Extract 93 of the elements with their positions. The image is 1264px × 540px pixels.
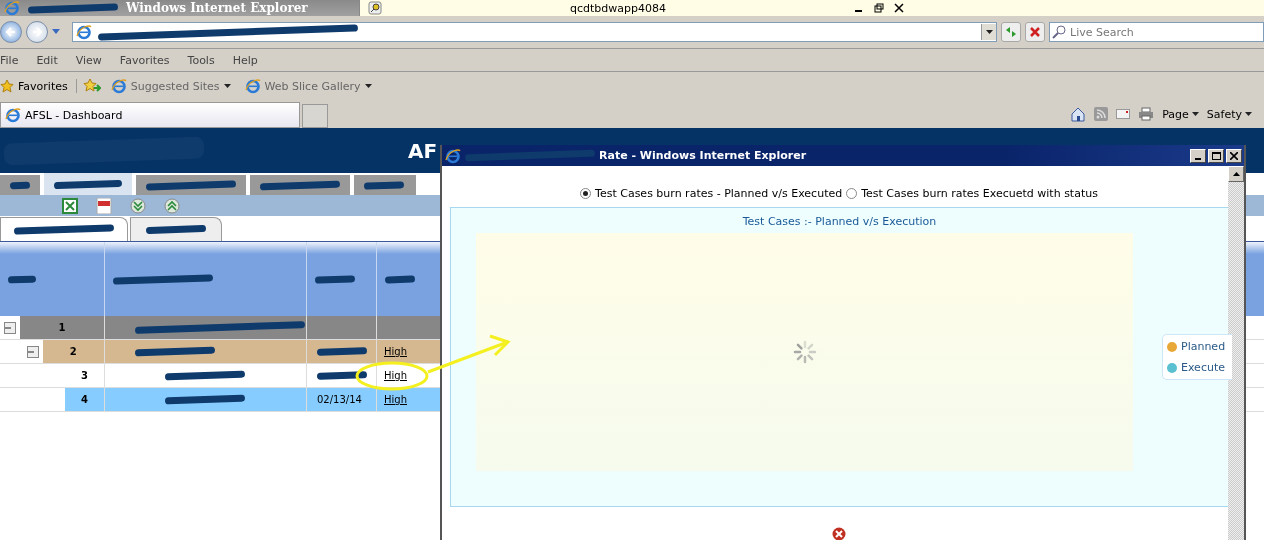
date-text: 02/13/14 (317, 394, 362, 405)
scribble-mark (145, 224, 207, 235)
excel-icon[interactable] (62, 197, 78, 214)
scribble-mark (384, 275, 416, 283)
back-arrow-icon (5, 26, 17, 38)
search-icon (1052, 25, 1066, 39)
confidence-link[interactable]: High (377, 370, 407, 381)
menu-item[interactable]: Favorites (119, 53, 170, 67)
ie-logo-icon (445, 147, 461, 164)
dropdown-arrow-icon[interactable] (52, 29, 60, 35)
ie-logo-icon (4, 0, 20, 16)
menu-item[interactable]: Help (232, 53, 258, 67)
menu-item[interactable]: Tools (187, 53, 215, 67)
close-button[interactable] (1226, 148, 1242, 163)
scribble-mark (9, 181, 31, 189)
confidence-link[interactable]: High (377, 394, 407, 405)
nav-tab[interactable] (354, 175, 416, 195)
scribble-mark (316, 371, 368, 380)
stop-cross-icon (1029, 26, 1041, 38)
caret-icon (223, 84, 231, 88)
caret-icon (1245, 112, 1252, 116)
favorites-link[interactable]: Web Slice Gallery (240, 78, 376, 94)
window-title: Windows Internet Explorer (126, 1, 308, 15)
legend-label: Execute (1181, 361, 1225, 374)
confidence-link[interactable]: High (377, 346, 407, 357)
browser-tab[interactable]: AFSL - Dashboard (0, 102, 300, 128)
refresh-arrows-icon (1004, 25, 1018, 39)
dropdown-button[interactable] (981, 24, 996, 40)
favorites-button[interactable]: Favorites (0, 79, 77, 93)
sub-tab[interactable] (0, 217, 128, 241)
nav-tab[interactable] (44, 173, 132, 195)
command-menu[interactable]: Page (1162, 107, 1199, 121)
legend-label: Planned (1181, 340, 1226, 353)
scribble-mark (316, 347, 368, 356)
radio-option[interactable]: Test Cases burn rates - Planned v/s Executed (580, 187, 843, 200)
page-icon (110, 78, 127, 94)
command-menu[interactable]: Safety (1206, 107, 1252, 121)
minus-icon (27, 349, 34, 355)
minimize-icon (1195, 157, 1201, 160)
refresh-button[interactable] (1001, 22, 1021, 42)
nav-tab[interactable] (0, 175, 40, 195)
host-name: qcdtbdwapp4084 (569, 1, 667, 15)
scribble-mark (7, 275, 37, 283)
maximize-button[interactable] (1208, 148, 1224, 163)
back-button[interactable] (0, 21, 22, 43)
printer-icon[interactable] (1138, 107, 1155, 121)
search-field[interactable]: Live Search (1049, 22, 1264, 42)
menu-item[interactable]: Edit (36, 53, 58, 67)
chart-title: Test Cases :- Planned v/s Execution (742, 214, 937, 230)
error-icon[interactable] (832, 527, 846, 540)
favorites-link[interactable]: Suggested Sites (106, 78, 235, 94)
scribble-mark (314, 274, 356, 284)
nav-tab[interactable] (136, 175, 246, 195)
caret-icon (985, 30, 993, 34)
page-icon (76, 24, 92, 40)
collapse-toggle[interactable] (4, 322, 16, 334)
forward-arrow-icon (31, 26, 43, 38)
close-icon (1230, 151, 1238, 160)
menu-item[interactable]: File (0, 53, 19, 67)
restore-icon[interactable] (874, 3, 884, 13)
maximize-icon (1211, 151, 1221, 160)
minimize-button[interactable] (1190, 148, 1206, 163)
star-icon (0, 79, 14, 93)
caret-icon (1191, 112, 1199, 116)
header-title: AF (408, 138, 438, 163)
page-icon (244, 78, 261, 94)
loading-spinner-icon (791, 339, 818, 365)
row-number: 4 (81, 394, 88, 405)
mail-icon[interactable] (1116, 109, 1131, 119)
row-number: 3 (81, 370, 88, 381)
row-number: 2 (69, 346, 77, 357)
minus-icon (5, 325, 11, 331)
radio-option[interactable]: Test Cases burn rates Execuetd with status (846, 187, 1098, 200)
scrollbar[interactable] (1228, 166, 1244, 540)
collapse-all-icon[interactable] (164, 197, 180, 214)
home-icon[interactable] (1070, 106, 1087, 122)
sub-tab[interactable] (130, 217, 222, 241)
address-field[interactable] (72, 22, 997, 42)
expand-all-icon[interactable] (130, 197, 146, 214)
forward-button[interactable] (26, 21, 48, 43)
scribble-mark (363, 180, 405, 190)
pdf-icon[interactable] (96, 197, 112, 214)
popup-title: Rate - Windows Internet Explorer (599, 149, 807, 162)
menu-item[interactable]: View (75, 53, 102, 67)
scribble-mark (53, 179, 123, 189)
ie-logo-icon (5, 107, 21, 123)
nav-tab[interactable] (250, 175, 350, 195)
row-number: 1 (58, 322, 66, 333)
close-icon[interactable] (894, 3, 904, 13)
caret-icon (364, 84, 372, 88)
add-favorite-icon[interactable] (82, 78, 101, 94)
collapse-toggle[interactable] (26, 346, 39, 358)
stop-button[interactable] (1025, 22, 1045, 42)
